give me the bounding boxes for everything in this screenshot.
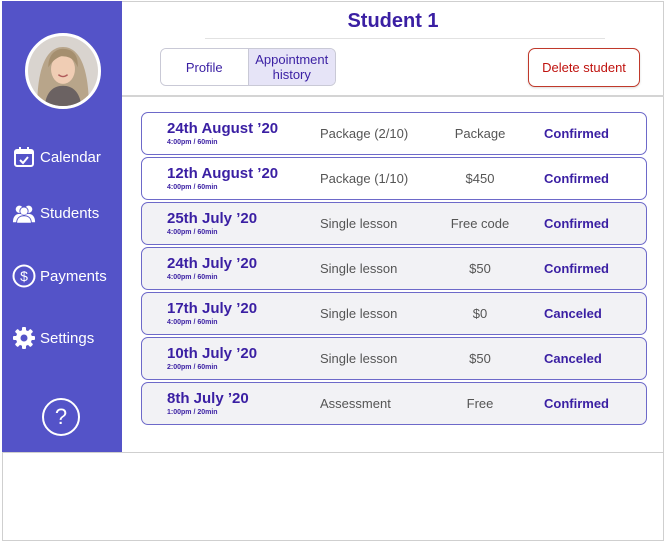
appointment-price: $450 <box>465 171 495 186</box>
sidebar-item-calendar[interactable]: Calendar <box>12 145 101 169</box>
title-divider <box>205 38 605 39</box>
appointment-date: 25th July ’20 <box>167 210 258 227</box>
appointment-status: Canceled <box>544 351 602 366</box>
appointment-status: Confirmed <box>544 171 609 186</box>
students-icon <box>12 201 36 225</box>
appointment-type: Single lesson <box>320 216 398 231</box>
appointment-row[interactable]: 25th July ’20 4:00pm / 60min Single less… <box>141 202 647 245</box>
sidebar-item-students[interactable]: Students <box>12 201 99 225</box>
appointment-price: $0 <box>472 306 488 321</box>
appointment-type: Single lesson <box>320 261 398 276</box>
tab-profile[interactable]: Profile <box>161 49 248 85</box>
svg-text:$: $ <box>20 268 28 284</box>
appointment-status: Confirmed <box>544 396 609 411</box>
appointment-type: Package (1/10) <box>320 171 409 186</box>
appointment-time: 4:00pm / 60min <box>167 184 218 191</box>
sidebar-item-label: Payments <box>40 267 107 285</box>
appointment-time: 4:00pm / 60min <box>167 274 218 281</box>
sidebar-item-label: Calendar <box>40 148 101 166</box>
avatar[interactable] <box>25 33 101 109</box>
appointment-price: $50 <box>469 261 491 276</box>
appointment-type: Assessment <box>320 396 391 411</box>
appointment-status: Canceled <box>544 306 602 321</box>
appointment-row[interactable]: 12th August ’20 4:00pm / 60min Package (… <box>141 157 647 200</box>
page-title: Student 1 <box>347 10 439 32</box>
appointment-date: 10th July ’20 <box>167 345 258 362</box>
calendar-check-icon <box>12 145 36 169</box>
header-divider <box>122 95 664 97</box>
appointment-status: Confirmed <box>544 261 609 276</box>
sidebar-item-label: Settings <box>40 329 95 347</box>
appointment-list: 24th August ’20 4:00pm / 60min Package (… <box>141 112 647 427</box>
appointment-time: 4:00pm / 60min <box>167 319 218 326</box>
help-label: ? <box>54 404 68 429</box>
appointment-date: 12th August ’20 <box>167 165 279 182</box>
appointment-time: 1:00pm / 20min <box>167 409 218 416</box>
appointment-status: Confirmed <box>544 216 609 231</box>
appointment-status: Confirmed <box>544 126 609 141</box>
appointment-row[interactable]: 24th July ’20 4:00pm / 60min Single less… <box>141 247 647 290</box>
sidebar: Calendar Students $ Payments Settings ? <box>2 1 122 452</box>
help-icon[interactable]: ? <box>42 398 80 436</box>
appointment-price: Free code <box>450 216 510 231</box>
tab-group: Profile Appointment history <box>160 48 336 86</box>
appointment-row[interactable]: 8th July ’20 1:00pm / 20min Assessment F… <box>141 382 647 425</box>
sidebar-item-label: Students <box>40 204 100 222</box>
sidebar-item-settings[interactable]: Settings <box>12 326 94 350</box>
appointment-row[interactable]: 24th August ’20 4:00pm / 60min Package (… <box>141 112 647 155</box>
gear-icon <box>12 326 36 350</box>
appointment-price: Free <box>466 396 494 411</box>
appointment-date: 8th July ’20 <box>167 390 249 407</box>
appointment-time: 4:00pm / 60min <box>167 229 218 236</box>
appointment-date: 24th August ’20 <box>167 120 279 137</box>
appointment-date: 24th July ’20 <box>167 255 258 272</box>
appointment-price: $50 <box>469 351 491 366</box>
sidebar-item-payments[interactable]: $ Payments <box>12 264 107 288</box>
tab-appointment-history[interactable]: Appointment history <box>247 49 335 85</box>
appointment-row[interactable]: 10th July ’20 2:00pm / 60min Single less… <box>141 337 647 380</box>
appointment-row[interactable]: 17th July ’20 4:00pm / 60min Single less… <box>141 292 647 335</box>
bottom-divider <box>2 452 664 453</box>
appointment-type: Single lesson <box>320 306 398 321</box>
appointment-price: Package <box>454 126 506 141</box>
appointment-time: 4:00pm / 60min <box>167 139 218 146</box>
delete-student-button[interactable]: Delete student <box>528 48 640 87</box>
avatar-photo <box>28 36 98 106</box>
appointment-date: 17th July ’20 <box>167 300 258 317</box>
appointment-type: Package (2/10) <box>320 126 409 141</box>
dollar-icon: $ <box>12 264 36 288</box>
appointment-time: 2:00pm / 60min <box>167 364 218 371</box>
appointment-type: Single lesson <box>320 351 398 366</box>
